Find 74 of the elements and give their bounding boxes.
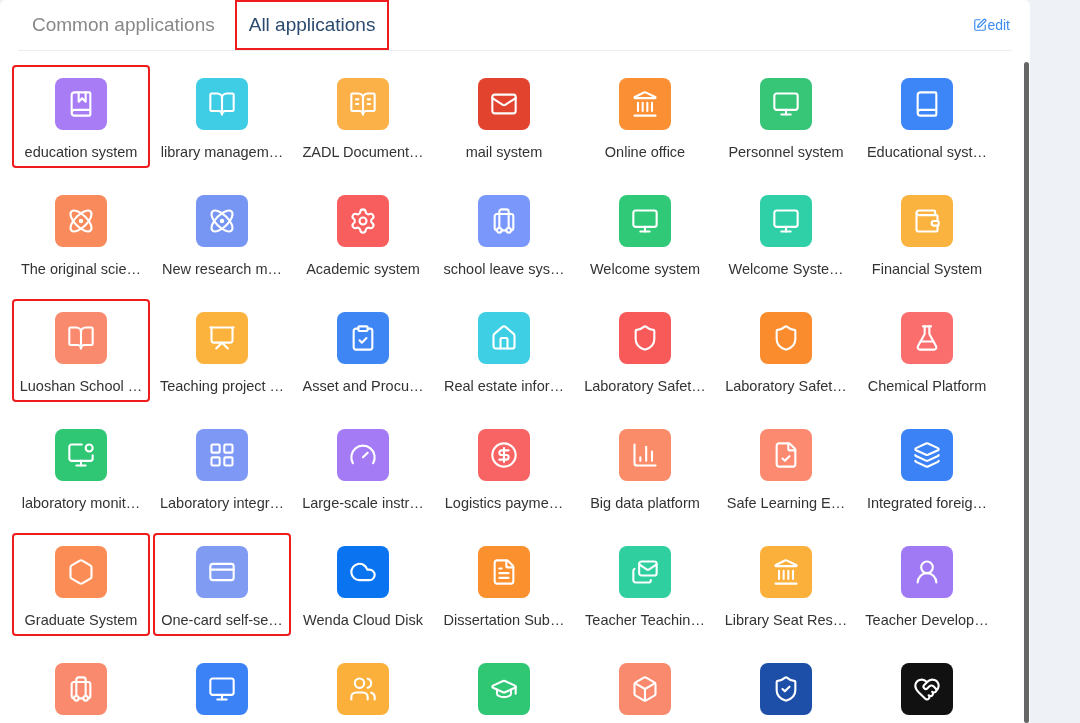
app-label: Dissertation Sub… (443, 611, 565, 630)
app-label: Large-scale instr… (302, 494, 424, 513)
app-label: Library Seat Res… (724, 611, 848, 630)
app-label: school leave sys… (443, 260, 565, 279)
scrollbar[interactable] (1024, 62, 1029, 723)
app-label: Financial System (871, 260, 983, 279)
app-label: Educational syst… (866, 143, 988, 162)
app-label: Logistics payme… (444, 494, 564, 513)
app-label: Welcome system (589, 260, 701, 279)
app-tile[interactable]: library managem… (153, 65, 291, 168)
app-tile[interactable]: Welcome Syste… (717, 182, 855, 285)
app-label: mail system (465, 143, 543, 162)
app-tile[interactable]: Educational syst… (858, 65, 996, 168)
app-label: ZADL Document… (302, 143, 424, 162)
app-label: Personnel system (728, 143, 844, 162)
app-tile[interactable]: ZADL Document… (294, 65, 432, 168)
app-label: Big data platform (590, 494, 700, 513)
app-label: Teacher Teachin… (585, 611, 705, 630)
app-label: Academic system (306, 260, 420, 279)
app-label: One-card self-se… (161, 611, 283, 630)
app-label: Teacher Develop… (865, 611, 989, 630)
app-label: education system (24, 143, 138, 162)
app-label: Integrated foreig… (866, 494, 988, 513)
app-label: Laboratory Safet… (584, 377, 706, 396)
app-tile[interactable]: Welcome system (576, 182, 714, 285)
app-tile[interactable]: Academic system (294, 182, 432, 285)
app-label: Online office (604, 143, 686, 162)
app-label: Welcome Syste… (728, 260, 844, 279)
app-label: Wenda Cloud Disk (303, 611, 423, 630)
app-tile[interactable]: Safe Learning E… (717, 416, 855, 519)
app-label: library managem… (160, 143, 284, 162)
app-tile[interactable]: Dissertation Sub… (435, 533, 573, 636)
app-tile[interactable]: mail system (435, 65, 573, 168)
app-tile[interactable]: Asset and Procu… (294, 299, 432, 402)
tab[interactable]: Common applications (18, 0, 229, 50)
app-tile[interactable]: Laboratory integr… (153, 416, 291, 519)
app-label: New research m… (161, 260, 283, 279)
app-tile[interactable]: school leave sys… (435, 182, 573, 285)
app-tile[interactable]: Integrated foreig… (858, 416, 996, 519)
app-tile[interactable]: Teacher Teachin… (576, 533, 714, 636)
app-label: Laboratory Safet… (725, 377, 847, 396)
app-tile[interactable]: Big data platform (576, 416, 714, 519)
app-tile[interactable]: Teaching project … (153, 299, 291, 402)
app-label: laboratory monit… (21, 494, 141, 513)
app-tile[interactable]: education system (12, 65, 150, 168)
tab[interactable]: All applications (234, 0, 390, 50)
app-label: The original scie… (20, 260, 142, 279)
app-tile[interactable]: Large-scale instr… (294, 416, 432, 519)
app-label: Teaching project … (159, 377, 285, 396)
app-label: Graduate System (24, 611, 138, 630)
app-tile[interactable]: Library Seat Res… (717, 533, 855, 636)
app-tile[interactable]: laboratory monit… (12, 416, 150, 519)
app-tile[interactable]: One-card self-se… (153, 533, 291, 636)
app-tile[interactable]: Teacher Develop… (858, 533, 996, 636)
app-tile[interactable]: Logistics payme… (435, 416, 573, 519)
app-tile[interactable]: The original scie… (12, 182, 150, 285)
app-tile[interactable]: Graduate System (12, 533, 150, 636)
app-tile[interactable]: Personnel system (717, 65, 855, 168)
app-label: Safe Learning E… (726, 494, 846, 513)
app-label: Luoshan School … (19, 377, 143, 396)
app-tile[interactable]: Financial System (858, 182, 996, 285)
edit-icon (973, 18, 988, 32)
app-tile[interactable]: Chemical Platform (858, 299, 996, 402)
app-tile[interactable]: Online office (576, 65, 714, 168)
app-label: Asset and Procu… (302, 377, 424, 396)
app-label: Chemical Platform (867, 377, 987, 396)
app-tile[interactable]: Wenda Cloud Disk (294, 533, 432, 636)
app-tile[interactable]: New research m… (153, 182, 291, 285)
app-tile[interactable]: Laboratory Safet… (717, 299, 855, 402)
app-label: Real estate infor… (443, 377, 565, 396)
app-tile[interactable]: Real estate infor… (435, 299, 573, 402)
app-label: Laboratory integr… (159, 494, 285, 513)
app-tile[interactable]: Laboratory Safet… (576, 299, 714, 402)
app-tile[interactable]: Luoshan School … (12, 299, 150, 402)
